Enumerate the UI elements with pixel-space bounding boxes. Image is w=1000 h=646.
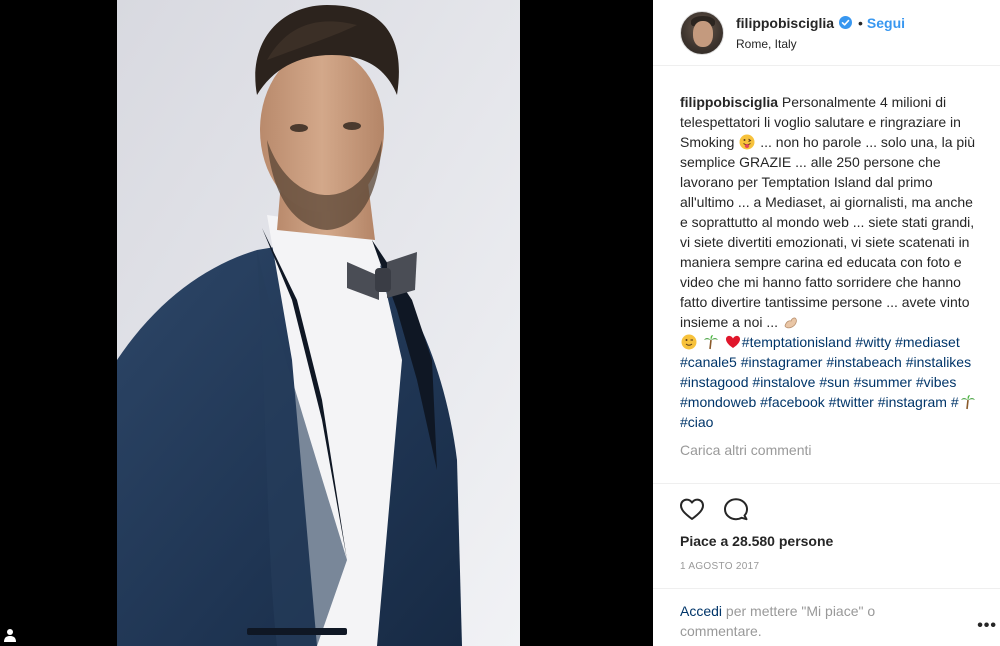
comments-section[interactable]: filippobisciglia Personalmente 4 milioni… <box>680 92 980 483</box>
palm-tree-emoji-icon <box>703 335 718 350</box>
comment-bubble-icon[interactable] <box>722 495 750 523</box>
divider <box>653 588 1000 589</box>
hashtag-link[interactable]: #instagramer <box>741 354 823 370</box>
hashtag-link[interactable]: #sun <box>819 374 849 390</box>
likes-count[interactable]: Piace a 28.580 persone <box>680 533 833 549</box>
hashtag-link[interactable]: #instagram <box>878 394 947 410</box>
hashtag-link[interactable]: #instagood <box>680 374 749 390</box>
hashtag-link[interactable]: #mondoweb <box>680 394 756 410</box>
username-link[interactable]: filippobisciglia <box>736 15 834 31</box>
hashtag-link[interactable]: #instalikes <box>906 354 971 370</box>
hashtag-link[interactable]: #instalove <box>752 374 815 390</box>
caption: filippobisciglia Personalmente 4 milioni… <box>680 92 980 432</box>
caption-username[interactable]: filippobisciglia <box>680 94 778 110</box>
hashtag-link[interactable]: #witty <box>855 334 891 350</box>
post-header: filippobisciglia • Segui Rome, Italy <box>653 0 1000 66</box>
user-silhouette-icon[interactable] <box>4 628 16 642</box>
verified-badge-icon <box>839 16 853 29</box>
follow-button[interactable]: Segui <box>867 15 905 31</box>
hashtag-link[interactable]: #instabeach <box>826 354 902 370</box>
avatar[interactable] <box>680 10 724 55</box>
caption-text-2: ... non ho parole ... solo una, la più s… <box>680 134 976 330</box>
divider <box>653 483 1000 484</box>
post-actions <box>678 495 750 523</box>
hashtag-link[interactable]: #facebook <box>760 394 825 410</box>
hashtag-link[interactable]: # <box>951 394 959 410</box>
instagram-post-modal: filippobisciglia • Segui Rome, Italy fil… <box>0 0 1000 646</box>
login-link[interactable]: Accedi <box>680 603 722 619</box>
heart-outline-icon[interactable] <box>678 495 706 523</box>
hashtag-link[interactable]: #vibes <box>916 374 956 390</box>
load-more-comments[interactable]: Carica altri commenti <box>680 440 980 460</box>
tongue-out-emoji-icon <box>739 134 755 150</box>
hashtag-link[interactable]: #twitter <box>829 394 874 410</box>
man-in-tuxedo-image <box>117 0 520 646</box>
post-photo[interactable] <box>117 0 520 646</box>
post-side-panel: filippobisciglia • Segui Rome, Italy fil… <box>653 0 1000 646</box>
hashtag-link[interactable]: #canale5 <box>680 354 737 370</box>
separator-dot: • <box>858 14 863 31</box>
more-options-button[interactable]: ••• <box>977 617 997 635</box>
palm-tree-emoji-icon <box>960 395 975 410</box>
hashtag-link[interactable]: #summer <box>854 374 912 390</box>
flexed-biceps-emoji-icon <box>784 317 797 329</box>
red-heart-emoji-icon <box>725 335 740 348</box>
location-link[interactable]: Rome, Italy <box>736 37 905 51</box>
winking-face-emoji-icon <box>681 334 697 350</box>
login-prompt: Accedi per mettere "Mi piace" o commenta… <box>680 601 940 641</box>
hashtag-link[interactable]: #mediaset <box>895 334 960 350</box>
hashtag-link[interactable]: #ciao <box>680 414 713 430</box>
post-date[interactable]: 1 AGOSTO 2017 <box>680 561 759 572</box>
hashtag-link[interactable]: #temptationisland <box>742 334 852 350</box>
